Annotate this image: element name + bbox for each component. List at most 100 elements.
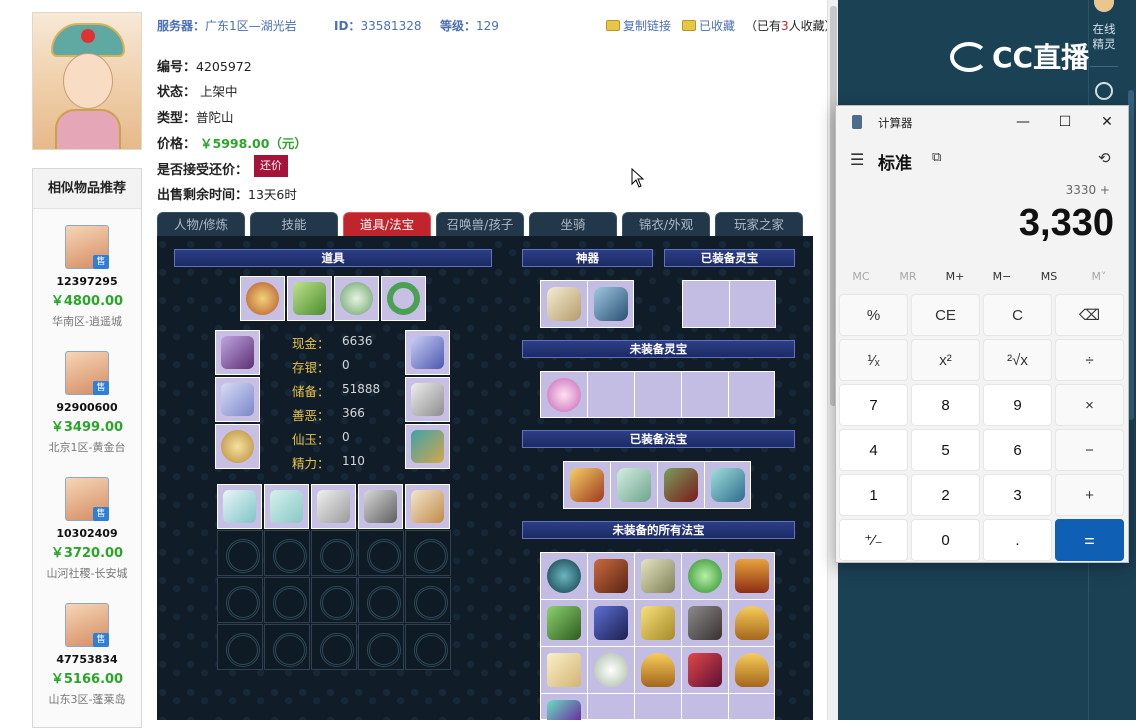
equip-slot[interactable] bbox=[240, 276, 285, 321]
empty-bag-slot[interactable] bbox=[264, 530, 310, 576]
memory-subtract-button[interactable]: M− bbox=[979, 270, 1025, 283]
bag-slot[interactable] bbox=[264, 484, 309, 529]
tab-skills[interactable]: 技能 bbox=[250, 212, 338, 236]
maximize-button[interactable]: ☐ bbox=[1045, 110, 1085, 134]
gear-slot[interactable] bbox=[405, 377, 450, 422]
tab-summons[interactable]: 召唤兽/孩子 bbox=[436, 212, 524, 236]
add-key[interactable]: + bbox=[1055, 474, 1124, 516]
crystal-fabao-icon[interactable] bbox=[547, 700, 581, 720]
gear-slot[interactable] bbox=[405, 330, 450, 375]
chest-fabao-icon[interactable] bbox=[688, 606, 722, 640]
tab-player-home[interactable]: 玩家之家 bbox=[715, 212, 803, 236]
equals-key[interactable]: = bbox=[1055, 519, 1124, 561]
crown-fabao-icon[interactable] bbox=[570, 468, 604, 502]
sword-fabao-icon[interactable] bbox=[641, 559, 675, 593]
cloud-fabao-icon[interactable] bbox=[547, 559, 581, 593]
similar-item-3[interactable]: 售 10302409 ￥3720.00 山河社稷-长安城 bbox=[33, 477, 141, 581]
digit-8-key[interactable]: 8 bbox=[911, 384, 980, 426]
keep-on-top-icon[interactable]: ⧉ bbox=[932, 150, 941, 165]
box-fabao-icon[interactable] bbox=[594, 606, 628, 640]
empty-bag-slot[interactable] bbox=[358, 530, 404, 576]
decimal-key[interactable]: . bbox=[983, 519, 1052, 561]
digit-7-key[interactable]: 7 bbox=[839, 384, 908, 426]
subtract-key[interactable]: − bbox=[1055, 429, 1124, 471]
digit-0-key[interactable]: 0 bbox=[911, 519, 980, 561]
bamboo-fabao-icon[interactable] bbox=[617, 468, 651, 502]
empty-bag-slot[interactable] bbox=[405, 577, 451, 623]
lotus-spirit-icon[interactable] bbox=[547, 378, 581, 412]
equip-slot[interactable] bbox=[381, 276, 426, 321]
tab-items-fabao[interactable]: 道具/法宝 bbox=[343, 212, 431, 236]
similar-item-2[interactable]: 售 92900600 ￥3499.00 北京1区-黄金台 bbox=[33, 351, 141, 455]
pagoda-fabao-icon[interactable] bbox=[735, 559, 769, 593]
bell-fabao-icon[interactable] bbox=[735, 606, 769, 640]
empty-bag-slot[interactable] bbox=[311, 624, 357, 670]
bell-fabao-icon[interactable] bbox=[735, 653, 769, 687]
digit-5-key[interactable]: 5 bbox=[911, 429, 980, 471]
gear-slot[interactable] bbox=[215, 424, 260, 469]
empty-bag-slot[interactable] bbox=[217, 577, 263, 623]
fan-fabao-icon[interactable] bbox=[547, 606, 581, 640]
memory-store-button[interactable]: MS bbox=[1026, 270, 1072, 283]
tab-outfits[interactable]: 锦衣/外观 bbox=[622, 212, 710, 236]
memory-add-button[interactable]: M+ bbox=[932, 270, 978, 283]
gear-slot[interactable] bbox=[215, 330, 260, 375]
gourd-fabao-icon[interactable] bbox=[688, 559, 722, 593]
digit-2-key[interactable]: 2 bbox=[911, 474, 980, 516]
similar-item-1[interactable]: 售 12397295 ￥4800.00 华南区-逍遥城 bbox=[33, 225, 141, 329]
artifact-item-icon[interactable] bbox=[547, 287, 581, 321]
close-button[interactable]: ✕ bbox=[1087, 110, 1127, 134]
bag-slot[interactable] bbox=[217, 484, 262, 529]
digit-3-key[interactable]: 3 bbox=[983, 474, 1052, 516]
digit-9-key[interactable]: 9 bbox=[983, 384, 1052, 426]
dragon-fabao-icon[interactable] bbox=[688, 653, 722, 687]
percent-key[interactable]: % bbox=[839, 294, 908, 336]
bag-slot[interactable] bbox=[358, 484, 403, 529]
similar-item-thumbnail[interactable]: 售 bbox=[65, 225, 109, 269]
empty-bag-slot[interactable] bbox=[264, 577, 310, 623]
warrior-fabao-icon[interactable] bbox=[664, 468, 698, 502]
haggle-button[interactable]: 还价 bbox=[254, 155, 288, 177]
online-sprite-button[interactable]: 在线精灵 bbox=[1090, 22, 1118, 52]
gear-slot[interactable] bbox=[405, 424, 450, 469]
similar-item-4[interactable]: 售 47753834 ￥5166.00 山东3区-蓬莱岛 bbox=[33, 603, 141, 707]
clock-icon[interactable] bbox=[1095, 82, 1113, 100]
empty-bag-slot[interactable] bbox=[217, 530, 263, 576]
empty-bag-slot[interactable] bbox=[405, 530, 451, 576]
backspace-key[interactable]: ⌫ bbox=[1055, 294, 1124, 336]
reciprocal-key[interactable]: ¹⁄ₓ bbox=[839, 339, 908, 381]
bell-fabao-icon[interactable] bbox=[641, 653, 675, 687]
divide-key[interactable]: ÷ bbox=[1055, 339, 1124, 381]
similar-item-thumbnail[interactable]: 售 bbox=[65, 603, 109, 647]
scroll-fabao-icon[interactable] bbox=[547, 653, 581, 687]
empty-bag-slot[interactable] bbox=[311, 577, 357, 623]
equip-slot[interactable] bbox=[334, 276, 379, 321]
gear-slot[interactable] bbox=[215, 377, 260, 422]
equip-slot[interactable] bbox=[287, 276, 332, 321]
bag-slot[interactable] bbox=[405, 484, 450, 529]
memory-recall-button[interactable]: MR bbox=[885, 270, 931, 283]
square-root-key[interactable]: ²√x bbox=[983, 339, 1052, 381]
similar-item-thumbnail[interactable]: 售 bbox=[65, 477, 109, 521]
branch-fabao-icon[interactable] bbox=[594, 559, 628, 593]
tab-mounts[interactable]: 坐骑 bbox=[529, 212, 617, 236]
empty-bag-slot[interactable] bbox=[311, 530, 357, 576]
vase-fabao-icon[interactable] bbox=[711, 468, 745, 502]
square-key[interactable]: x² bbox=[911, 339, 980, 381]
calculator-titlebar[interactable]: 计算器 — ☐ ✕ bbox=[836, 106, 1128, 138]
menu-icon[interactable]: ☰ bbox=[850, 150, 864, 169]
clear-key[interactable]: C bbox=[983, 294, 1052, 336]
empty-bag-slot[interactable] bbox=[217, 624, 263, 670]
artifact-lamp-icon[interactable] bbox=[594, 287, 628, 321]
empty-bag-slot[interactable] bbox=[264, 624, 310, 670]
memory-clear-button[interactable]: MC bbox=[838, 270, 884, 283]
talisman-fabao-icon[interactable] bbox=[641, 606, 675, 640]
digit-1-key[interactable]: 1 bbox=[839, 474, 908, 516]
multiply-key[interactable]: × bbox=[1055, 384, 1124, 426]
bag-slot[interactable] bbox=[311, 484, 356, 529]
history-icon[interactable]: ⟲ bbox=[1098, 149, 1111, 167]
memory-list-button[interactable]: M˅ bbox=[1076, 270, 1122, 283]
clear-entry-key[interactable]: CE bbox=[911, 294, 980, 336]
favorite-button[interactable]: 已收藏 bbox=[682, 17, 735, 34]
digit-4-key[interactable]: 4 bbox=[839, 429, 908, 471]
